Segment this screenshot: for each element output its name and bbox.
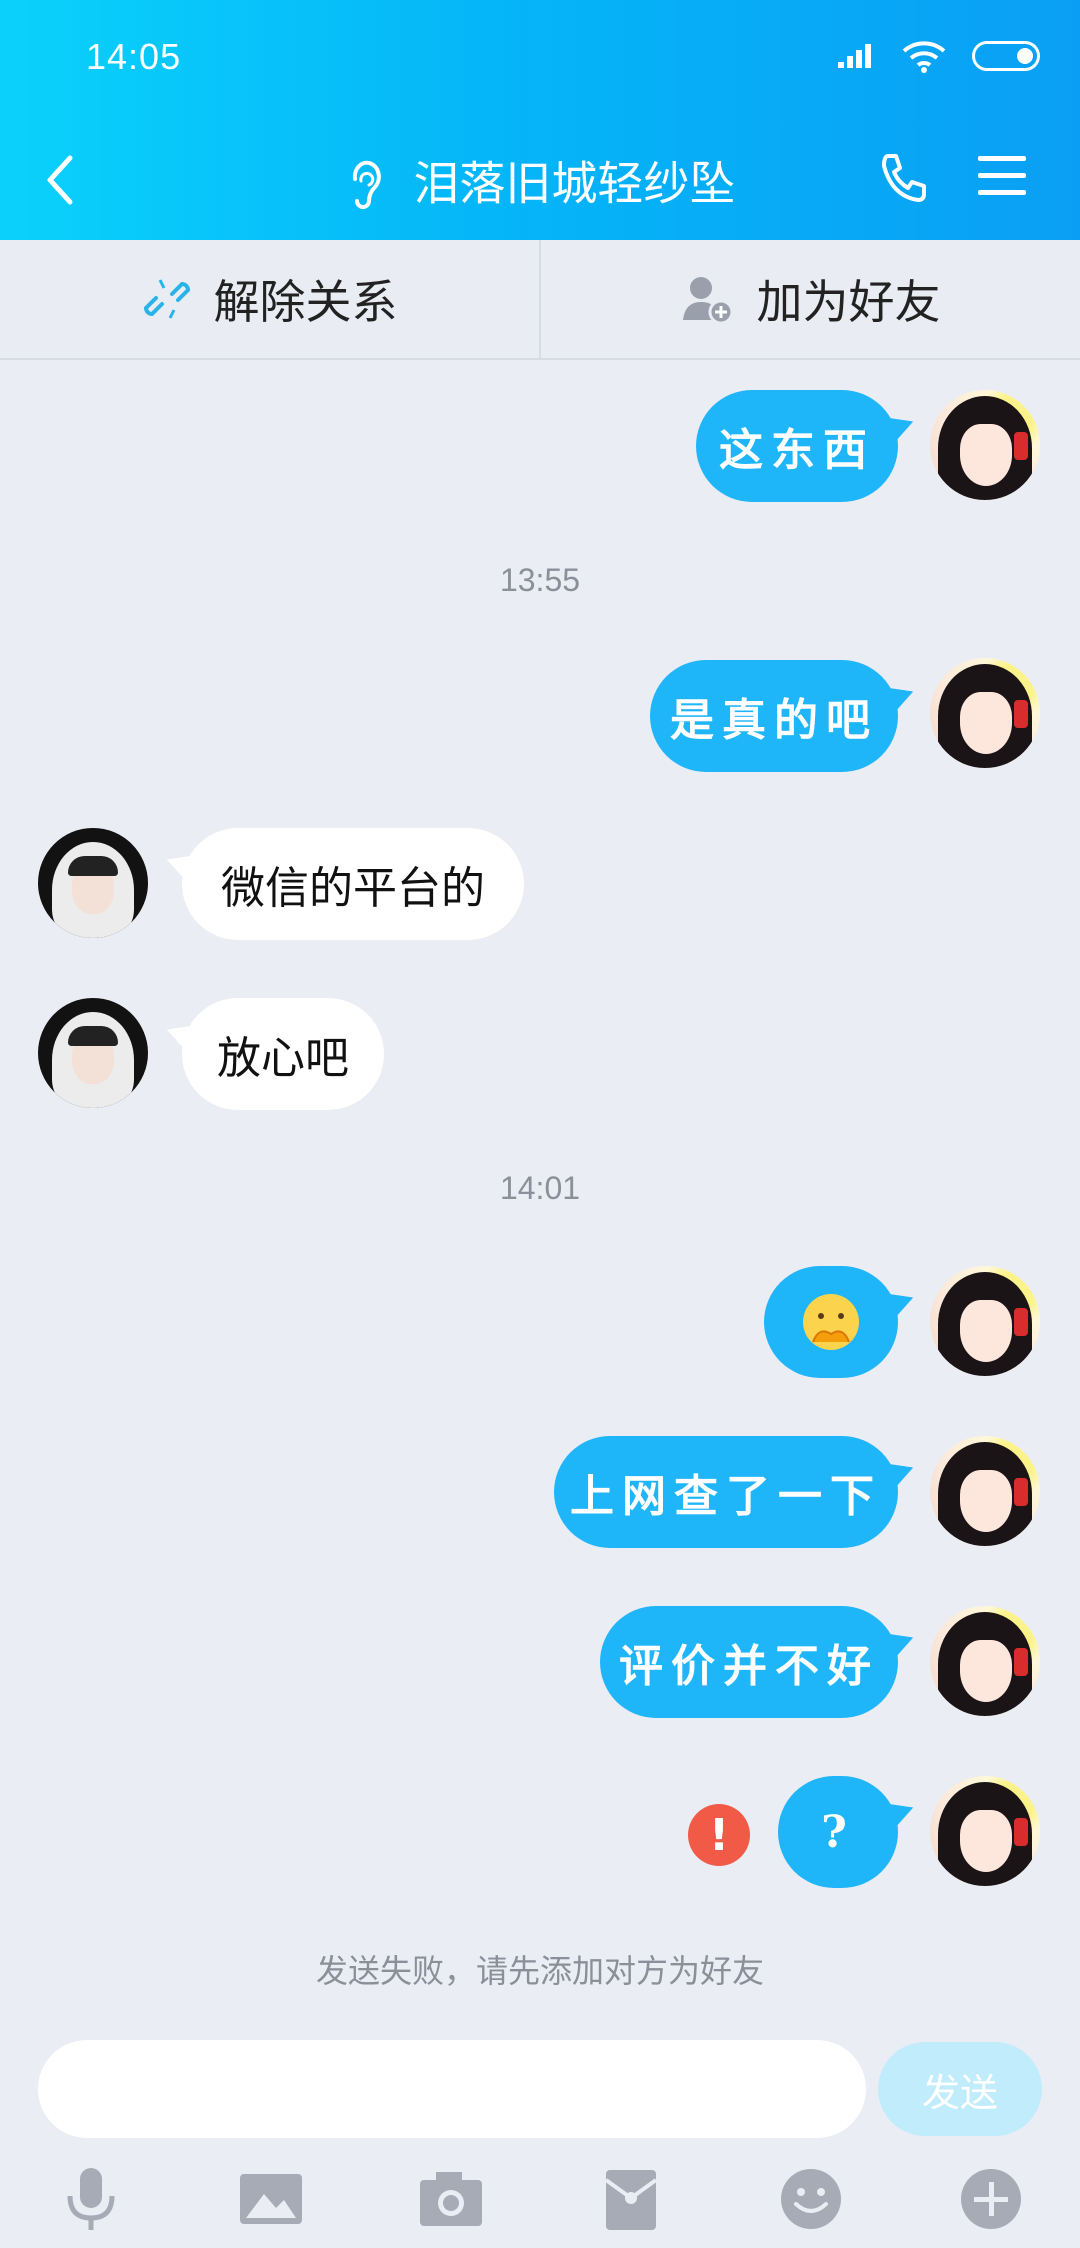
camera-icon[interactable] [416, 2164, 486, 2234]
microphone-icon[interactable] [56, 2164, 126, 2234]
ear-icon[interactable] [345, 159, 385, 209]
header: 14:05 泪落旧城轻纱坠 [0, 0, 1080, 240]
message-bubble-sent[interactable]: 评价并不好 [600, 1606, 898, 1718]
contact-avatar[interactable] [38, 998, 148, 1108]
timestamp: 14:01 [499, 1170, 581, 1206]
status-icons [836, 36, 1040, 76]
send-failed-icon[interactable]: ! [688, 1804, 750, 1866]
my-avatar[interactable] [930, 658, 1040, 768]
plus-icon[interactable] [956, 2164, 1026, 2234]
unlink-label: 解除关系 [213, 275, 398, 329]
shy-emoji-icon [803, 1294, 859, 1350]
add-friend-icon [682, 277, 733, 324]
broken-link-icon [143, 279, 190, 319]
menu-icon[interactable] [976, 150, 1028, 202]
message-bubble-sent[interactable]: 上网查了一下 [554, 1436, 898, 1548]
battery-icon [972, 41, 1040, 71]
image-icon[interactable] [236, 2164, 306, 2234]
unlink-button[interactable]: 解除关系 [0, 240, 541, 358]
status-time: 14:05 [86, 36, 182, 77]
signal-icon [838, 44, 871, 68]
emoji-icon[interactable] [776, 2164, 846, 2234]
wifi-icon [902, 41, 946, 73]
send-failed-notice: 发送失败，请先添加对方为好友 [315, 1952, 764, 1990]
my-avatar[interactable] [930, 1436, 1040, 1546]
timestamp: 13:55 [499, 562, 581, 598]
my-avatar[interactable] [930, 1266, 1040, 1376]
phone-icon[interactable] [876, 150, 932, 206]
message-bubble-sent[interactable]: 是真的吧 [650, 660, 898, 772]
input-toolbar [0, 2150, 1080, 2248]
red-packet-icon[interactable] [596, 2164, 666, 2234]
message-bubble-received[interactable]: 放心吧 [182, 998, 384, 1110]
my-avatar[interactable] [930, 1776, 1040, 1886]
relationship-action-bar: 解除关系 加为好友 [0, 240, 1080, 360]
message-bubble-sent[interactable]: 这东西 [696, 390, 898, 502]
contact-name: 泪落旧城轻纱坠 [413, 156, 736, 211]
contact-avatar[interactable] [38, 828, 148, 938]
message-bubble-sent[interactable] [764, 1266, 898, 1378]
add-friend-label: 加为好友 [756, 275, 941, 329]
my-avatar[interactable] [930, 1606, 1040, 1716]
message-bubble-sent[interactable]: ? [778, 1776, 898, 1888]
send-button[interactable]: 发送 [878, 2042, 1042, 2136]
message-input[interactable] [38, 2040, 866, 2138]
message-bubble-received[interactable]: 微信的平台的 [182, 828, 524, 940]
my-avatar[interactable] [930, 390, 1040, 500]
add-friend-button[interactable]: 加为好友 [541, 240, 1080, 358]
